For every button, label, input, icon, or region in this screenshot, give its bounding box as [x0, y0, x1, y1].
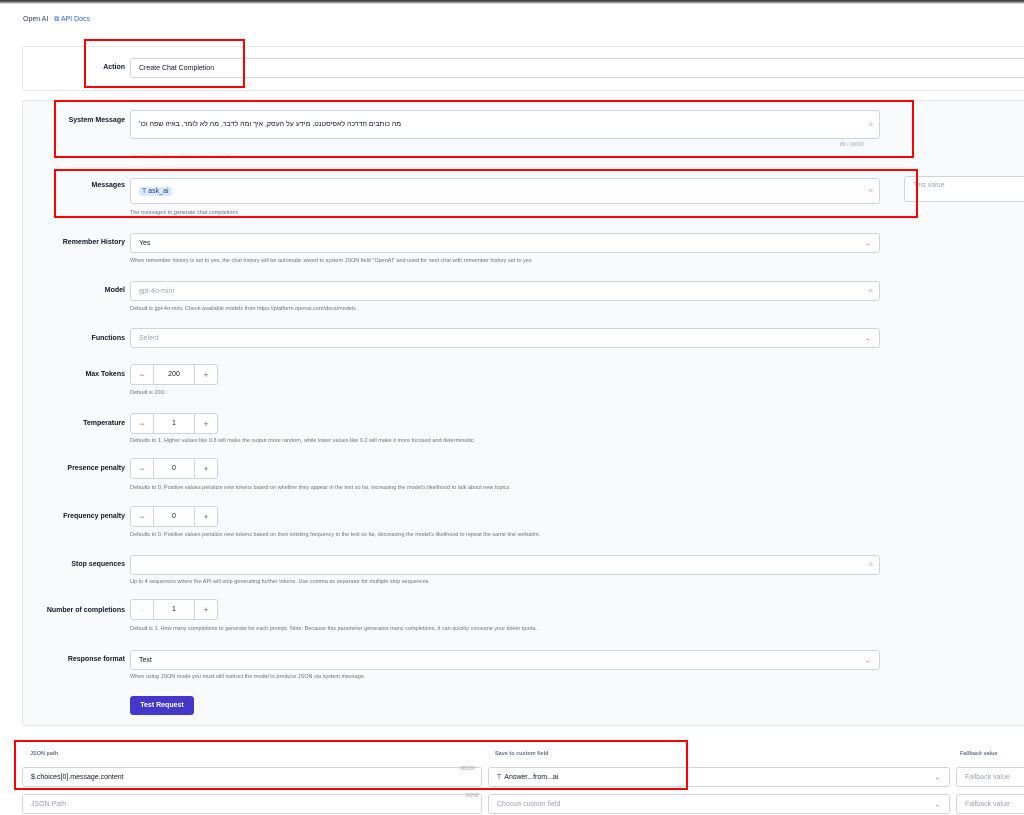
response-format-label: Response format	[67, 656, 125, 663]
fallback-header: Fallback value	[960, 751, 998, 757]
functions-select[interactable]: Select ⌄	[130, 328, 880, 348]
highlight-box-messages	[54, 169, 918, 218]
frequency-penalty-help: Defaults to 0. Positive values penalize …	[130, 532, 541, 538]
stop-sequences-label: Stop sequences	[71, 561, 125, 568]
remember-history-help: When remember history is set to yes, the…	[130, 258, 532, 264]
chevron-down-icon: ⌄	[934, 799, 941, 809]
chevron-down-icon: ⌄	[864, 655, 871, 665]
max-tokens-value[interactable]: 200	[153, 365, 195, 384]
stop-sequences-help: Up to 4 sequences where the API will sto…	[130, 579, 430, 585]
remember-history-label: Remember History	[62, 239, 125, 246]
test-request-button[interactable]: Test Request	[130, 696, 194, 715]
json-path-counter: 0/200	[466, 793, 479, 799]
functions-label: Functions	[91, 335, 125, 342]
external-link-icon: ⧉	[54, 16, 60, 23]
temperature-help: Defaults to 1. Higher values like 0.8 wi…	[130, 438, 476, 444]
max-tokens-label: Max Tokens	[85, 371, 125, 378]
json-path-input[interactable]: JSON Path	[22, 794, 482, 814]
highlight-box-mapping	[14, 740, 688, 790]
chevron-down-icon: ⌄	[864, 238, 871, 248]
window-top-shadow	[0, 0, 1024, 4]
decrement-button[interactable]: −	[131, 365, 153, 384]
frequency-penalty-stepper: − 0 +	[130, 506, 218, 527]
variable-icon[interactable]: ‹›	[868, 562, 873, 569]
breadcrumb: Open AI ⧉ API Docs	[23, 16, 90, 24]
increment-button[interactable]: +	[195, 507, 217, 526]
completions-label: Number of completions	[46, 607, 125, 614]
frequency-penalty-value[interactable]: 0	[153, 507, 195, 526]
remember-history-select[interactable]: Yes ⌄	[130, 233, 880, 253]
increment-button[interactable]: +	[195, 414, 217, 433]
app-name: Open AI	[23, 16, 49, 23]
highlight-box-system-message	[54, 100, 914, 158]
temperature-value[interactable]: 1	[153, 414, 195, 433]
presence-penalty-label: Presence penalty	[67, 465, 125, 472]
frequency-penalty-label: Frequency penalty	[63, 513, 125, 520]
max-tokens-help: Default is 200	[130, 390, 164, 396]
completions-help: Default is 1. How many completions to ge…	[130, 626, 537, 632]
presence-penalty-help: Defaults to 0. Positive values penalize …	[130, 485, 511, 491]
decrement-button[interactable]: −	[131, 459, 153, 478]
temperature-label: Temperature	[83, 420, 125, 427]
action-select[interactable]: Create Chat Completion	[130, 58, 1024, 78]
decrement-button[interactable]: −	[131, 600, 153, 619]
model-input[interactable]: gpt-4o-mini ‹›	[130, 281, 880, 301]
completions-value[interactable]: 1	[153, 600, 195, 619]
fallback-input[interactable]: Fallback value	[956, 767, 1024, 787]
highlight-box-action	[84, 39, 245, 88]
test-value-input[interactable]: Test value	[904, 176, 1024, 202]
presence-penalty-value[interactable]: 0	[153, 459, 195, 478]
variable-icon[interactable]: ‹›	[868, 288, 873, 295]
response-format-select[interactable]: Text ⌄	[130, 650, 880, 670]
decrement-button[interactable]: −	[131, 507, 153, 526]
temperature-stepper: − 1 +	[130, 413, 218, 434]
response-format-help: When using JSON mode you must still inst…	[130, 674, 366, 680]
presence-penalty-stepper: − 0 +	[130, 458, 218, 479]
completions-stepper: − 1 +	[130, 599, 218, 620]
decrement-button[interactable]: −	[131, 414, 153, 433]
model-help: Default is gpt-4o-mini. Check available …	[130, 306, 356, 312]
model-label: Model	[104, 287, 125, 294]
api-docs-link[interactable]: ⧉ API Docs	[54, 16, 90, 23]
max-tokens-stepper: − 200 +	[130, 364, 218, 385]
chevron-down-icon: ⌄	[934, 772, 941, 782]
increment-button[interactable]: +	[195, 459, 217, 478]
increment-button[interactable]: +	[195, 365, 217, 384]
custom-field-select[interactable]: Choose custom field ⌄	[488, 794, 950, 814]
fallback-input[interactable]: Fallback value	[956, 794, 1024, 814]
increment-button[interactable]: +	[195, 600, 217, 619]
chevron-down-icon: ⌄	[864, 333, 871, 343]
stop-sequences-input[interactable]: ‹›	[130, 555, 880, 575]
